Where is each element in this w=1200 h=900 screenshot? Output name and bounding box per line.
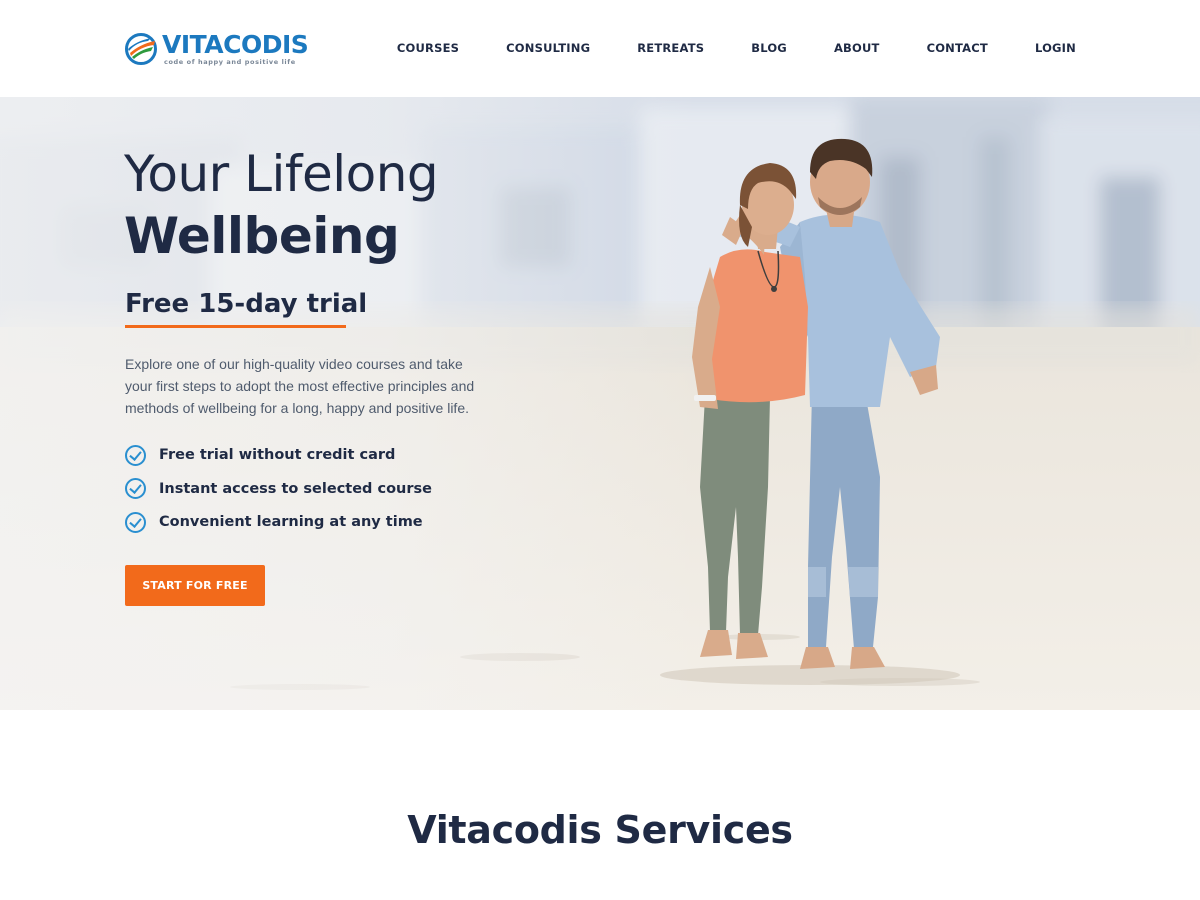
main-nav: COURSES CONSULTING RETREATS BLOG ABOUT C… [397, 41, 1076, 55]
feature-text: Free trial without credit card [159, 447, 396, 463]
start-for-free-button[interactable]: START FOR FREE [125, 565, 265, 606]
nav-contact[interactable]: CONTACT [927, 41, 988, 55]
list-item: Instant access to selected course [125, 477, 432, 501]
hero-title-line1: Your Lifelong [124, 145, 439, 203]
subtitle-underline [125, 325, 346, 328]
list-item: Free trial without credit card [125, 443, 432, 467]
logo-icon [125, 33, 157, 65]
feature-text: Instant access to selected course [159, 480, 432, 497]
hero-section: Your Lifelong Wellbeing Free 15-day tria… [0, 97, 1200, 710]
hero-description: Explore one of our high-quality video co… [125, 356, 475, 416]
brand-tagline: code of happy and positive life [164, 58, 296, 66]
services-title-bold: Services [614, 808, 794, 852]
list-item: Convenient learning at any time [125, 510, 432, 534]
brand-name: VITACODIS [162, 30, 309, 59]
feature-text: Convenient learning at any time [159, 514, 423, 530]
nav-consulting[interactable]: CONSULTING [506, 41, 590, 55]
check-circle-icon [125, 511, 146, 533]
services-heading: Vitacodis Services [0, 808, 1200, 852]
feature-list: Free trial without credit card Instant a… [125, 443, 432, 544]
services-title-light: Vitacodis [407, 808, 602, 852]
nav-retreats[interactable]: RETREATS [637, 41, 704, 55]
check-circle-icon [125, 444, 146, 466]
nav-login[interactable]: LOGIN [1035, 41, 1076, 55]
check-circle-icon [125, 478, 146, 499]
site-header: VITACODIS code of happy and positive lif… [0, 0, 1200, 97]
nav-about[interactable]: ABOUT [834, 41, 880, 55]
couple-photo [660, 138, 960, 685]
hero-title-line2: Wellbeing [124, 207, 400, 265]
hero-subtitle: Free 15-day trial [125, 289, 368, 319]
nav-courses[interactable]: COURSES [397, 41, 459, 55]
brand-logo[interactable]: VITACODIS code of happy and positive lif… [124, 30, 309, 70]
nav-blog[interactable]: BLOG [751, 41, 787, 55]
